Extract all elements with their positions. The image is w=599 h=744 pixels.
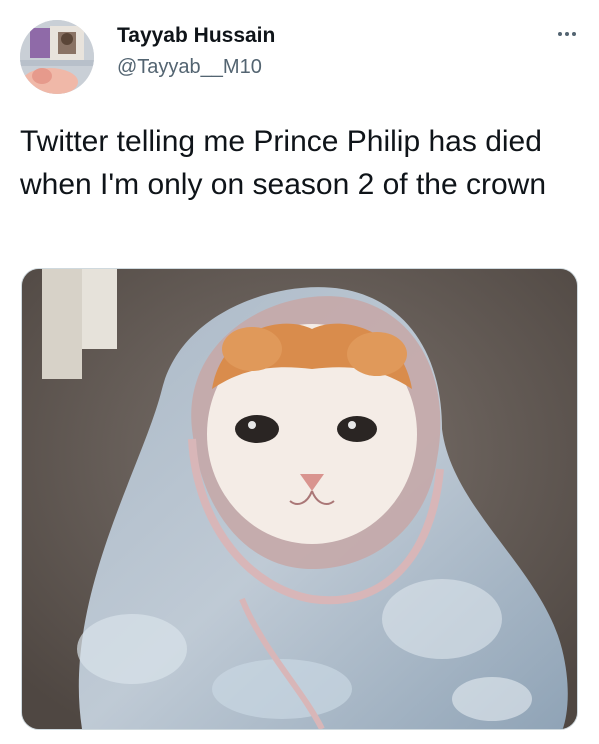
tweet-card: Tayyab Hussain @Tayyab__M10 Twitter tell…	[0, 0, 599, 744]
author-handle[interactable]: @Tayyab__M10	[117, 56, 262, 79]
dot	[572, 32, 576, 36]
dot	[565, 32, 569, 36]
avatar-image	[20, 20, 94, 94]
avatar[interactable]	[20, 20, 94, 94]
dot	[558, 32, 562, 36]
author-name[interactable]: Tayyab Hussain	[117, 24, 275, 48]
crying-cat-photo	[22, 269, 577, 729]
more-options-icon[interactable]	[552, 24, 582, 44]
tweet-media[interactable]	[21, 268, 578, 730]
tweet-text: Twitter telling me Prince Philip has die…	[20, 125, 547, 201]
